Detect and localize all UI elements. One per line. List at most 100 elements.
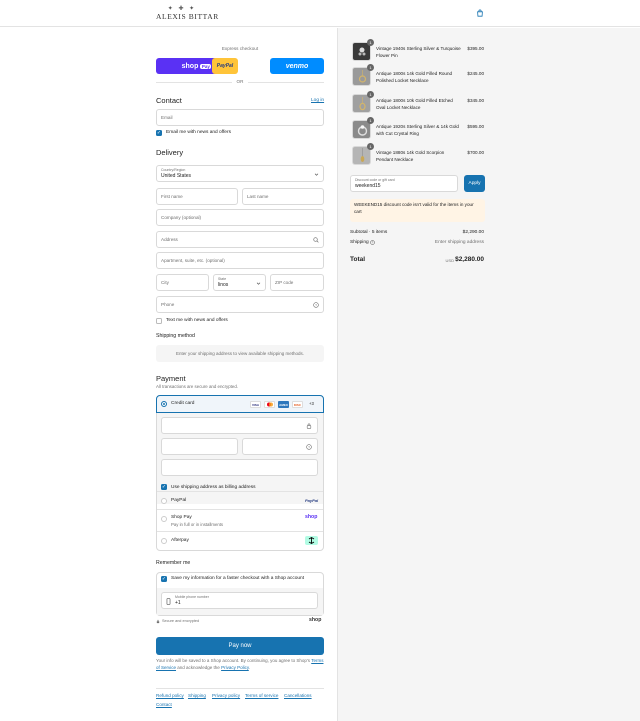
apartment-field[interactable]: Apartment, suite, etc. (optional) [156, 252, 324, 269]
help-icon[interactable]: ? [313, 302, 319, 308]
chevron-down-icon [314, 173, 319, 176]
or-divider-label: OR [232, 79, 248, 84]
terms-text: Your info will be saved to a Shop accoun… [156, 658, 326, 671]
lock-icon [156, 619, 160, 624]
product-price: $245.00 [467, 71, 484, 76]
help-icon[interactable]: ? [370, 240, 375, 245]
afterpay-radio[interactable] [161, 538, 167, 544]
chevron-down-icon [256, 282, 261, 285]
shop-pay-option-label[interactable]: Shop Pay [171, 515, 192, 520]
apartment-placeholder: Apartment, suite, etc. (optional) [161, 258, 225, 263]
delivery-heading: Delivery [156, 148, 184, 157]
last-name-field[interactable]: Last name [242, 188, 324, 205]
mobile-phone-label: Mobile phone number [175, 595, 209, 599]
product-name: Antique 1800s 10k Gold Filled Etched Ova… [376, 98, 453, 110]
email-field[interactable]: Email [156, 109, 324, 126]
subtotal-label: Subtotal · 5 items [350, 230, 388, 235]
name-on-card-field[interactable] [161, 459, 318, 476]
last-name-placeholder: Last name [247, 194, 269, 199]
city-field[interactable]: City [156, 274, 209, 291]
product-name: Vintage 1880s 14k Gold Scorpion Pendant … [376, 150, 445, 162]
total-value: $2,280.00 [455, 256, 484, 263]
paypal-radio[interactable] [161, 498, 167, 504]
save-info-label: Save my information for a faster checkou… [171, 576, 305, 581]
credit-card-radio[interactable] [161, 401, 167, 407]
first-name-field[interactable]: First name [156, 188, 238, 205]
visa-icon: VISA [250, 401, 261, 408]
paypal-express-button[interactable]: PayPal [212, 58, 238, 74]
store-logo[interactable]: ✦ ✚ ✦ ALEXIS BITTAR [156, 6, 219, 21]
shipping-label: Shipping [350, 240, 369, 245]
credit-card-label: Credit card [171, 401, 195, 406]
divider [157, 491, 323, 492]
country-select[interactable]: Country/Region United States [156, 165, 324, 182]
help-icon[interactable]: ? [306, 444, 312, 450]
logo-text: ALEXIS BITTAR [156, 12, 219, 21]
text-news-checkbox[interactable] [156, 318, 162, 324]
quantity-badge: 1 [367, 64, 374, 71]
company-field[interactable]: Company (optional) [156, 209, 324, 226]
paypal-option-label[interactable]: PayPal [171, 498, 186, 503]
afterpay-option-label[interactable]: Afterpay [171, 538, 189, 543]
first-name-placeholder: First name [161, 194, 183, 199]
privacy-policy-link[interactable]: Privacy Policy [221, 665, 249, 670]
terms-and: and acknowledge the [177, 664, 220, 670]
quantity-badge: 1 [367, 117, 374, 124]
footer-refund-policy-link[interactable]: Refund policy [156, 693, 184, 698]
terms-line: Your info will be saved to a Shop accoun… [156, 658, 311, 663]
state-select[interactable]: State linos [213, 274, 266, 291]
security-code-field[interactable]: ? [242, 438, 318, 455]
footer-privacy-policy-link[interactable]: Privacy policy [212, 693, 240, 698]
product-price: $395.00 [467, 46, 484, 51]
email-news-label: Email me with news and offers [166, 130, 231, 135]
quantity-badge: 1 [367, 91, 374, 98]
company-placeholder: Company (optional) [161, 215, 202, 220]
amex-icon: AMEX [278, 401, 289, 408]
save-info-checkbox[interactable]: ✓ [161, 576, 167, 582]
express-checkout-label: Express checkout [221, 46, 259, 51]
email-placeholder: Email [161, 115, 173, 120]
card-number-field[interactable] [161, 417, 318, 434]
shop-pay-subtitle: Pay in full or in installments [171, 522, 224, 527]
product-name: Antique 1920s Sterling Silver & 14k Gold… [376, 124, 459, 136]
footer-cancellations-link[interactable]: Cancellations [284, 693, 312, 698]
payment-heading: Payment [156, 374, 186, 383]
shop-logo: shop [309, 617, 322, 623]
lock-icon [306, 423, 312, 429]
credit-card-option[interactable]: Credit card VISA AMEX DISC +3 [156, 395, 324, 413]
shopping-bag-icon[interactable] [476, 9, 484, 17]
city-placeholder: City [161, 280, 169, 285]
footer-shipping-link[interactable]: Shipping [188, 693, 206, 698]
pay-now-button[interactable]: Pay now [156, 637, 324, 655]
phone-field[interactable]: Phone ? [156, 296, 324, 313]
footer-contact-link[interactable]: Contact [156, 702, 172, 707]
discount-value: weekend15 [355, 183, 381, 189]
product-name: Antique 1800s 14k Gold Filled Round Poli… [376, 71, 453, 83]
terms-end: . [248, 664, 251, 670]
login-link[interactable]: Log in [311, 98, 324, 103]
address-field[interactable]: Address [156, 231, 324, 248]
mobile-phone-field[interactable]: Mobile phone number +1 [161, 592, 318, 609]
phone-placeholder: Phone [161, 302, 175, 307]
divider [157, 509, 323, 510]
discover-icon: DISC [292, 401, 303, 408]
apply-discount-button[interactable]: Apply [464, 175, 485, 192]
payment-subtitle: All transactions are secure and encrypte… [156, 384, 239, 389]
product-price: $700.00 [467, 150, 484, 155]
country-label: Country/Region [161, 168, 186, 172]
email-news-checkbox[interactable]: ✓ [156, 130, 162, 136]
venmo-button[interactable]: venmo [270, 58, 324, 74]
footer-divider [156, 688, 324, 689]
expiration-field[interactable] [161, 438, 238, 455]
remember-me-heading: Remember me [156, 560, 191, 566]
zip-field[interactable]: ZIP code [270, 274, 324, 291]
footer-terms-link[interactable]: Terms of service [245, 693, 278, 698]
zip-placeholder: ZIP code [275, 280, 294, 285]
shop-pay-radio[interactable] [161, 516, 167, 522]
shop-pay-logo: shop [305, 514, 318, 520]
billing-same-checkbox[interactable]: ✓ [161, 484, 167, 490]
discount-code-field[interactable]: Discount code or gift card weekend15 [350, 175, 458, 192]
text-news-label: Text me with news and offers [166, 318, 228, 323]
checkout-main: Express checkout shop Pay PayPal venmo O… [0, 28, 337, 721]
divider [157, 531, 323, 532]
